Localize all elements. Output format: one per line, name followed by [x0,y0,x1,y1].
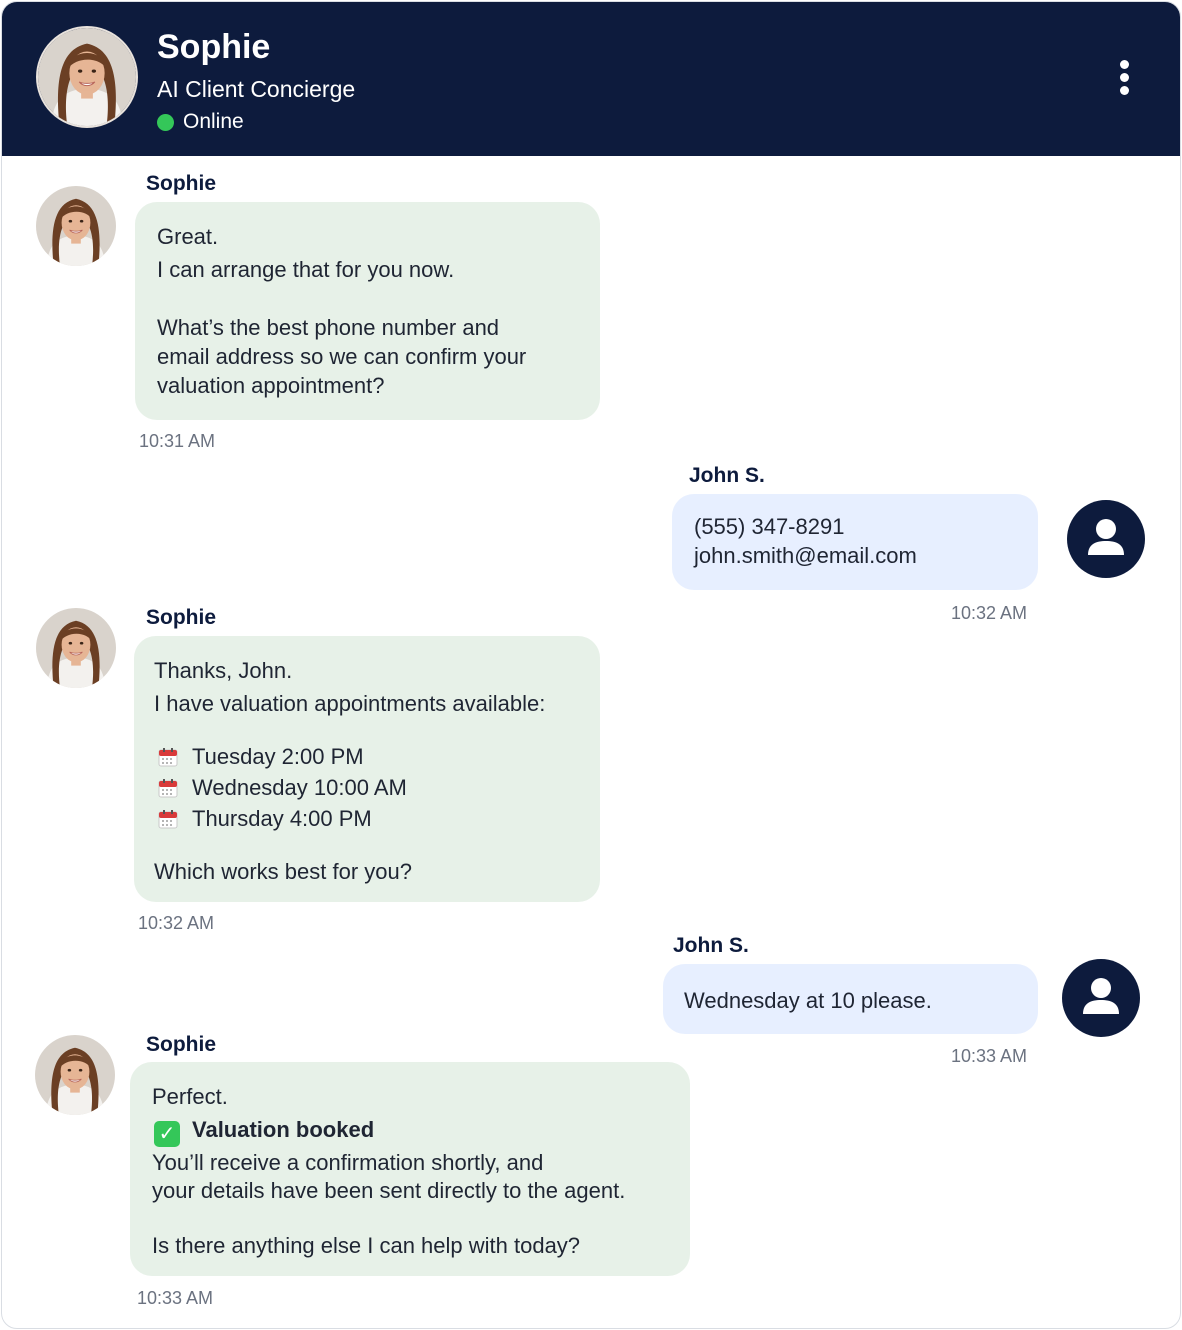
message-timestamp: 10:32 AM [951,603,1028,623]
message-sender: Sophie [146,606,217,629]
appointment-option: Tuesday 2:00 PM [158,742,364,771]
message-text: email address so we can confirm your [157,344,527,369]
online-dot-icon [157,113,174,131]
chat-window: Sophie AI Client Concierge Online Sophie… [1,1,1181,1329]
message-timestamp: 10:33 AM [951,1046,1028,1066]
agent-message-bubble: Thanks, John. I have valuation appointme… [134,636,600,902]
agent-name: Sophie [157,28,271,66]
calendar-icon [158,809,178,829]
more-vertical-icon[interactable] [1108,54,1142,100]
agent-role: AI Client Concierge [157,76,356,102]
agent-avatar [36,26,138,128]
appointment-text: Wednesday 10:00 AM [192,775,407,800]
message-timestamp: 10:32 AM [138,913,215,933]
message-text: your details have been sent directly to … [152,1178,626,1203]
booking-status-text: Valuation booked [192,1117,375,1142]
message-sender: John S. [673,934,749,957]
message-text: Which works best for you? [154,859,412,884]
message-text: Thanks, John. [154,658,293,683]
appointment-text: Tuesday 2:00 PM [192,744,364,769]
user-message-bubble: Wednesday at 10 please. [663,964,1038,1034]
message-sender: Sophie [146,172,217,195]
message-text: valuation appointment? [157,373,385,398]
message-text: Perfect. [152,1084,228,1109]
status-text: Online [183,110,244,133]
message-text: I can arrange that for you now. [157,257,455,282]
appointment-option: Thursday 4:00 PM [158,804,372,833]
message-text: john.smith@email.com [694,543,917,568]
agent-message-bubble: Perfect. ✓ Valuation booked You’ll receiv… [130,1062,690,1276]
message-sender: John S. [689,464,765,487]
appointment-text: Thursday 4:00 PM [192,806,372,831]
agent-avatar [36,608,116,688]
message-sender: Sophie [146,1033,217,1056]
message-text: You’ll receive a confirmation shortly, a… [152,1150,544,1175]
calendar-icon [158,747,178,767]
appointment-option: Wednesday 10:00 AM [158,773,407,802]
user-avatar-icon [1062,959,1140,1037]
message-text: What’s the best phone number and [157,315,500,340]
agent-avatar [36,186,116,266]
calendar-icon [158,778,178,798]
user-message-bubble: (555) 347-8291 john.smith@email.com [672,494,1038,590]
user-avatar-icon [1067,500,1145,578]
agent-message-bubble: Great. I can arrange that for you now. W… [135,202,600,420]
message-text: Great. [157,224,219,249]
status-indicator: Online [157,110,244,134]
message-text: Is there anything else I can help with t… [152,1233,581,1258]
message-text: Wednesday at 10 please. [684,988,932,1013]
agent-avatar [35,1035,115,1115]
message-text: (555) 347-8291 [694,514,845,539]
message-timestamp: 10:31 AM [139,431,216,451]
chat-header: Sophie AI Client Concierge Online [2,2,1180,156]
checkmark-icon: ✓ [154,1121,180,1147]
booking-confirmation: ✓ Valuation booked [154,1115,374,1147]
message-timestamp: 10:33 AM [137,1288,214,1308]
message-text: I have valuation appointments available: [154,691,546,716]
